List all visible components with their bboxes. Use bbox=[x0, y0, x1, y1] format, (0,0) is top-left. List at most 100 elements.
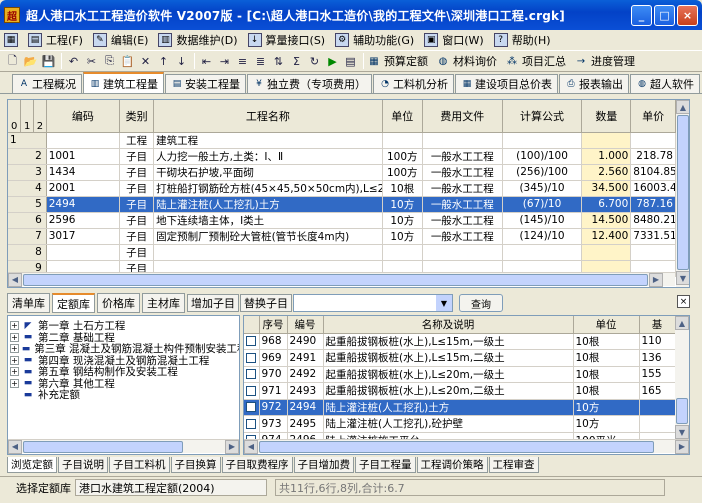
cell-qty[interactable]: 34.500 bbox=[581, 180, 632, 197]
minimize-button[interactable]: _ bbox=[631, 5, 652, 26]
col-fee-file[interactable]: 费用文件 bbox=[422, 100, 503, 133]
tab-material-analysis[interactable]: ◔ 工料机分析 bbox=[373, 74, 454, 93]
indent-4-icon[interactable]: ≣ bbox=[252, 53, 269, 70]
cell-check[interactable] bbox=[244, 333, 260, 350]
calc-icon[interactable]: Σ bbox=[288, 53, 305, 70]
cell-name[interactable]: 打桩船打钢筋砼方桩(45×45,50×50cm内),L≤26m,一级 bbox=[153, 180, 383, 197]
table-row[interactable]: 42001子目打桩船打钢筋砼方桩(45×45,50×50cm内),L≤26m,一… bbox=[8, 180, 676, 197]
expand-icon[interactable]: + bbox=[10, 344, 19, 354]
table-row[interactable]: 1 工程 建筑工程 bbox=[8, 132, 676, 149]
cell-check[interactable] bbox=[244, 399, 260, 416]
col-type[interactable]: 类别 bbox=[119, 100, 155, 133]
cell-unit[interactable]: 100方 bbox=[382, 164, 423, 181]
level-2-button[interactable]: 2 bbox=[33, 100, 47, 133]
schedule-button[interactable]: → 进度管理 bbox=[574, 53, 635, 69]
scroll-down-icon[interactable]: ▼ bbox=[676, 271, 689, 285]
cell-price[interactable]: 218.78 bbox=[630, 148, 676, 165]
cell-n[interactable]: 4 bbox=[8, 180, 47, 197]
col-quota-base[interactable]: 基 bbox=[639, 316, 676, 334]
chevron-down-icon[interactable]: ▼ bbox=[436, 295, 452, 311]
table-row[interactable]: 6 2596 子目 地下连续墙主体，Ⅰ类土 10方 一般水工工程 (145)/10 14.50… bbox=[8, 212, 676, 229]
scroll-thumb[interactable] bbox=[677, 115, 689, 270]
export-icon[interactable]: ▤ bbox=[342, 53, 359, 70]
tab-project-overview[interactable]: A 工程概况 bbox=[12, 74, 82, 93]
cell-formula[interactable]: (100)/100 bbox=[502, 148, 583, 165]
cell-n[interactable]: 5 bbox=[8, 196, 47, 213]
cell-unit[interactable]: 10根 bbox=[573, 366, 640, 383]
col-name[interactable]: 工程名称 bbox=[153, 100, 383, 133]
cell-n[interactable]: 7 bbox=[8, 228, 47, 245]
cell-seq[interactable]: 970 bbox=[259, 366, 288, 383]
col-formula[interactable]: 计算公式 bbox=[502, 100, 583, 133]
cell-formula[interactable] bbox=[502, 244, 583, 261]
cell-qty[interactable]: 12.400 bbox=[581, 228, 632, 245]
scroll-thumb[interactable] bbox=[676, 398, 688, 424]
cell-fee[interactable]: 一般水工工程 bbox=[422, 164, 503, 181]
cell-unit[interactable]: 10根 bbox=[573, 382, 640, 400]
cell-n[interactable]: 3 bbox=[8, 164, 47, 181]
col-seq[interactable]: 序号 bbox=[259, 316, 288, 334]
cell-name[interactable]: 人力挖一般土方,土类：Ⅰ、Ⅱ bbox=[153, 148, 383, 165]
scroll-down-icon[interactable]: ▼ bbox=[675, 425, 689, 439]
quota-hscroll[interactable]: ◀ ▶ bbox=[244, 439, 689, 454]
close-panel-icon[interactable]: × bbox=[677, 295, 690, 308]
table-row[interactable]: 972 2494 陆上灌注桩(人工挖孔)土方 10方 bbox=[244, 399, 676, 416]
cell-base[interactable]: 165 bbox=[639, 382, 676, 400]
sort-icon[interactable]: ⇅ bbox=[270, 53, 287, 70]
row-checkbox[interactable] bbox=[246, 402, 257, 413]
expand-icon[interactable]: + bbox=[10, 378, 19, 388]
table-row[interactable]: 973 2495 陆上灌注桩(人工挖孔),砼护壁 10方 bbox=[244, 415, 676, 433]
col-quota-name[interactable]: 名称及说明 bbox=[323, 316, 574, 334]
cell-name[interactable]: 陆上灌注桩(人工挖孔),砼护壁 bbox=[323, 415, 574, 433]
menu-data-maintenance[interactable]: ▥ 数据维护(D) bbox=[158, 32, 238, 48]
tab-browse-quota[interactable]: 浏览定额 bbox=[7, 457, 57, 473]
table-row[interactable]: 971 2493 起重船拔钢板桩(水上),L≤20m,二级土 10根 165 bbox=[244, 382, 676, 400]
new-file-icon[interactable]: 🗋 bbox=[4, 53, 21, 70]
cell-name[interactable]: 干砌块石护坡,平面砌 bbox=[153, 164, 383, 181]
scroll-thumb[interactable] bbox=[23, 273, 648, 286]
scroll-left-icon[interactable]: ◀ bbox=[244, 439, 258, 454]
cell-base[interactable]: 155 bbox=[639, 366, 676, 383]
indent-1-icon[interactable]: ⇤ bbox=[198, 53, 215, 70]
table-row[interactable]: 5 2494 子目 陆上灌注桩(人工挖孔)土方 10方 一般水工工程 (67)/10 6.70… bbox=[8, 196, 676, 213]
cell-name[interactable]: 地下连续墙主体，Ⅰ类土 bbox=[153, 212, 383, 229]
cell-type[interactable]: 子目 bbox=[119, 164, 155, 181]
cell-unit[interactable]: 10根 bbox=[573, 349, 640, 367]
quota-library-value[interactable]: 港口水建筑工程定额(2004) bbox=[75, 479, 267, 496]
cell-formula[interactable]: (145)/10 bbox=[502, 212, 583, 229]
col-quota-code[interactable]: 编号 bbox=[287, 316, 324, 334]
copy-icon[interactable]: ⎘ bbox=[101, 53, 118, 70]
cut-icon[interactable]: ✂ bbox=[83, 53, 100, 70]
cell-fee[interactable]: 一般水工工程 bbox=[422, 212, 503, 229]
cell-check[interactable] bbox=[244, 349, 260, 367]
cell-seq[interactable]: 968 bbox=[259, 333, 288, 350]
cell-check[interactable] bbox=[244, 366, 260, 383]
cell-formula[interactable]: (345)/10 bbox=[502, 180, 583, 197]
cell-qty[interactable]: 14.500 bbox=[581, 212, 632, 229]
cell-unit[interactable] bbox=[382, 132, 423, 149]
main-grid-hscroll[interactable]: ◀ ▶ bbox=[8, 272, 675, 287]
tab-bill-library[interactable]: 清单库 bbox=[7, 293, 50, 313]
indent-3-icon[interactable]: ≡ bbox=[234, 53, 251, 70]
scroll-left-icon[interactable]: ◀ bbox=[8, 272, 22, 287]
tab-item-description[interactable]: 子目说明 bbox=[58, 457, 108, 473]
cell-code[interactable] bbox=[46, 244, 121, 261]
move-down-icon[interactable]: ↓ bbox=[173, 53, 190, 70]
cell-price[interactable]: 7331.51 bbox=[630, 228, 676, 245]
cell-code[interactable]: 2494 bbox=[287, 399, 324, 416]
cell-type[interactable]: 子目 bbox=[119, 196, 155, 213]
tab-total-price[interactable]: ▦ 建设项目总价表 bbox=[455, 74, 558, 93]
cell-seq[interactable]: 972 bbox=[259, 399, 288, 416]
cell-price[interactable]: 8104.85 bbox=[630, 164, 676, 181]
table-row[interactable]: 969 2491 起重船拔钢板桩(水上),L≤15m,二级土 10根 136 bbox=[244, 349, 676, 367]
open-icon[interactable]: 📂 bbox=[22, 53, 39, 70]
col-price[interactable]: 单价 bbox=[630, 100, 676, 133]
menu-help[interactable]: ? 帮助(H) bbox=[493, 32, 551, 48]
cell-code[interactable]: 2491 bbox=[287, 349, 324, 367]
cell-unit[interactable]: 10方 bbox=[382, 212, 423, 229]
table-row[interactable]: 970 2492 起重船拔钢板桩(水上),L≤20m,一级土 10根 155 bbox=[244, 366, 676, 383]
cell-type[interactable]: 子目 bbox=[119, 228, 155, 245]
cell-unit[interactable]: 10根 bbox=[382, 180, 423, 197]
cell-code[interactable]: 2492 bbox=[287, 366, 324, 383]
cell-type[interactable]: 子目 bbox=[119, 244, 155, 261]
